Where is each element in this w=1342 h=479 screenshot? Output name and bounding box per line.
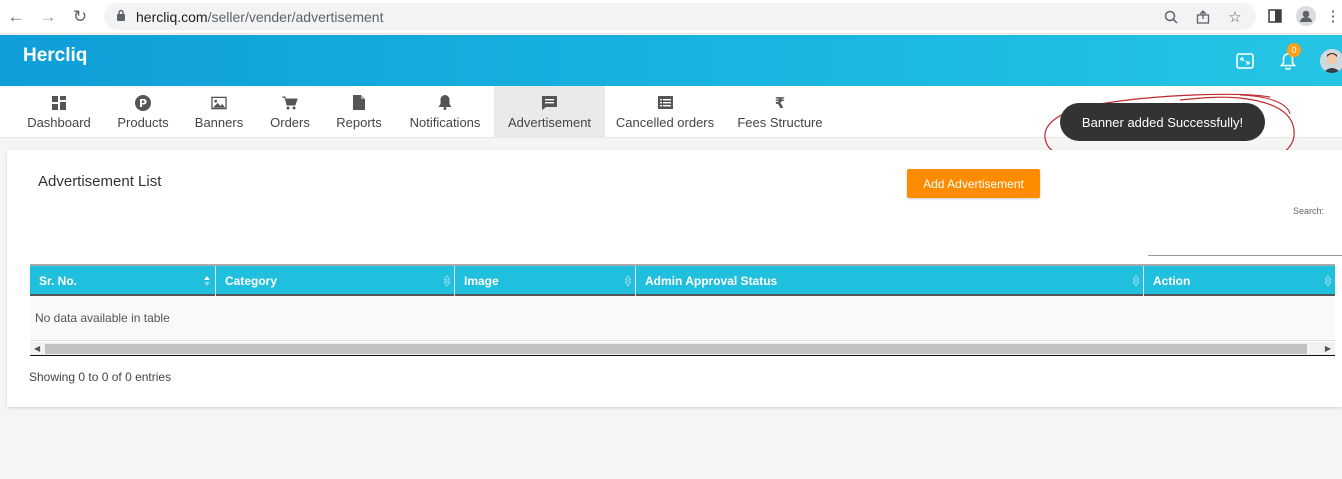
nav-item-cancelled-orders[interactable]: Cancelled orders xyxy=(612,86,718,138)
reload-icon[interactable]: ↻ xyxy=(70,7,90,27)
bell-icon xyxy=(437,95,453,111)
cart-icon xyxy=(282,95,298,111)
back-arrow-icon[interactable]: ← xyxy=(6,7,26,27)
nav-item-products[interactable]: P Products xyxy=(108,86,178,138)
notification-badge: 0 xyxy=(1287,43,1301,57)
brand-logo[interactable]: Hercliq xyxy=(23,45,87,67)
nav-item-fees-structure[interactable]: ₹ Fees Structure xyxy=(730,86,830,138)
dashboard-icon xyxy=(51,95,67,111)
table-info: Showing 0 to 0 of 0 entries xyxy=(29,370,172,384)
url-text: hercliq.com/seller/vender/advertisement xyxy=(136,9,384,25)
image-icon xyxy=(211,95,227,111)
profile-icon[interactable] xyxy=(1296,6,1316,26)
nav-item-orders[interactable]: Orders xyxy=(260,86,320,138)
nav-item-notifications[interactable]: Notifications xyxy=(400,86,490,138)
nav-item-banners[interactable]: Banners xyxy=(186,86,252,138)
column-header-image[interactable]: Image xyxy=(455,266,636,296)
forward-arrow-icon[interactable]: → xyxy=(38,7,58,27)
list-icon xyxy=(657,95,673,111)
empty-table-row: No data available in table xyxy=(30,296,1335,341)
scroll-right-icon[interactable]: ▶ xyxy=(1325,344,1331,353)
message-icon xyxy=(542,95,558,111)
product-p-icon: P xyxy=(135,94,151,111)
lock-icon xyxy=(117,9,125,21)
rupee-icon: ₹ xyxy=(774,93,786,112)
column-header-category[interactable]: Category xyxy=(216,266,455,296)
user-avatar[interactable] xyxy=(1320,49,1342,73)
sort-icon xyxy=(625,275,631,287)
share-icon[interactable] xyxy=(1194,8,1212,26)
zoom-icon[interactable] xyxy=(1162,8,1180,26)
success-toast: Banner added Successfully! xyxy=(1060,103,1265,141)
sort-icon xyxy=(1133,275,1139,287)
page-title: Advertisement List xyxy=(38,173,162,190)
horizontal-scrollbar[interactable]: ◀ ▶ xyxy=(30,342,1335,356)
search-label: Search: xyxy=(1293,206,1325,216)
bookmark-star-icon[interactable]: ☆ xyxy=(1226,8,1244,26)
sort-asc-icon xyxy=(204,276,210,286)
file-icon xyxy=(351,95,367,111)
add-advertisement-button[interactable]: Add Advertisement xyxy=(907,169,1040,198)
sort-icon xyxy=(1325,275,1331,287)
menu-kebab-icon[interactable]: ⋮ xyxy=(1326,6,1341,26)
column-header-admin-approval-status[interactable]: Admin Approval Status xyxy=(636,266,1144,296)
nav-item-dashboard[interactable]: Dashboard xyxy=(18,86,100,138)
svg-text:P: P xyxy=(139,97,147,110)
table-header: Sr. No. Category Image Admin Approval St… xyxy=(30,264,1335,296)
side-panel-icon[interactable] xyxy=(1265,6,1285,26)
column-header-sr-no[interactable]: Sr. No. xyxy=(30,266,216,296)
column-header-action[interactable]: Action xyxy=(1144,266,1335,296)
scroll-left-icon[interactable]: ◀ xyxy=(34,344,40,353)
browser-toolbar: ← → ↻ hercliq.com/seller/vender/advertis… xyxy=(0,0,1342,34)
address-bar[interactable]: hercliq.com/seller/vender/advertisement … xyxy=(104,3,1256,30)
fullscreen-icon[interactable] xyxy=(1234,51,1256,71)
search-input[interactable] xyxy=(1148,238,1342,256)
advertisement-list-card: Advertisement List Add Advertisement Sea… xyxy=(7,150,1342,407)
nav-item-advertisement[interactable]: Advertisement xyxy=(494,86,605,138)
app-header: Hercliq 0 xyxy=(0,35,1342,86)
sort-icon xyxy=(444,275,450,287)
nav-item-reports[interactable]: Reports xyxy=(328,86,390,138)
scrollbar-thumb[interactable] xyxy=(45,344,1307,354)
